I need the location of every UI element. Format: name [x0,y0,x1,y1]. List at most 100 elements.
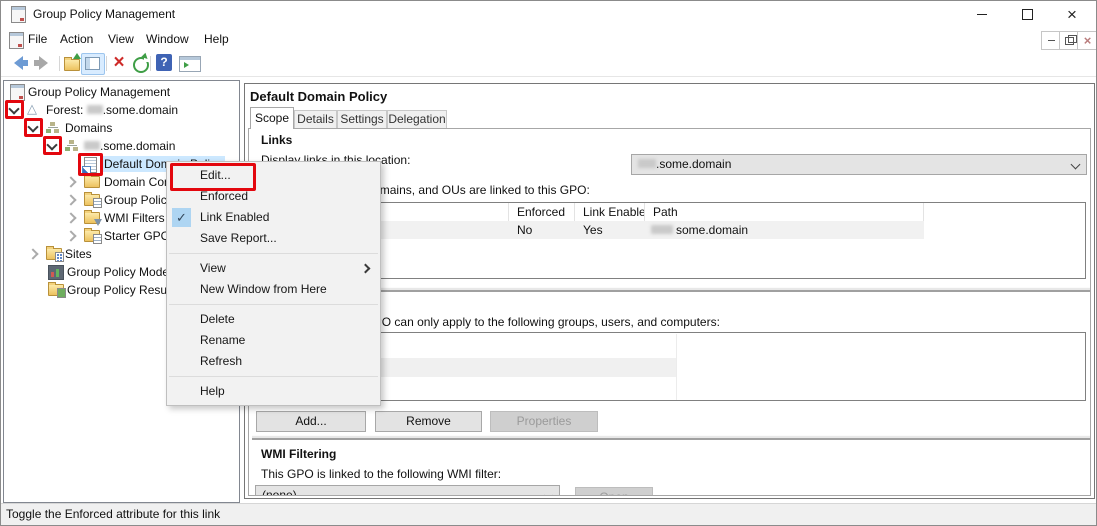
menu-file[interactable]: File [28,28,47,51]
chevron-expanded-icon[interactable] [8,103,20,115]
gpo-title: Default Domain Policy [250,89,388,104]
tab-scope[interactable]: Scope [250,107,294,129]
chevron-expanded-icon[interactable] [46,139,58,151]
context-menu: Edit... Enforced Link Enabled Save Repor… [166,161,381,406]
maximize-icon [1021,9,1033,20]
group-policy-management-window: Group Policy Management × File Action Vi… [0,0,1097,526]
wmi-filter-combo[interactable]: (none) [255,485,560,496]
redacted-text [84,141,100,150]
menu-separator [169,253,378,254]
status-bar: Toggle the Enforced attribute for this l… [1,503,1096,525]
child-restore-icon [1065,34,1077,45]
wmi-sentence: This GPO is linked to the following WMI … [261,467,502,481]
chevron-down-icon [543,490,554,495]
menu-item-label: View [200,261,226,275]
tree-item-domain[interactable]: .some.domain [4,137,237,155]
properties-button: Properties [490,411,598,432]
chevron-collapsed-icon[interactable] [65,230,77,242]
domain-label-suffix: .some.domain [100,139,176,153]
menu-window[interactable]: Window [146,28,189,51]
wmi-combo-value: (none) [262,488,297,496]
refresh-icon[interactable] [133,57,149,73]
menu-bar: File Action View Window Help × [1,28,1096,51]
cell-enforced: No [517,223,533,237]
maximize-button[interactable] [1004,1,1050,28]
console-icon [9,32,24,52]
menu-item-view[interactable]: View [167,258,380,279]
checkmark-icon [172,208,191,227]
menu-item-save-report[interactable]: Save Report... [167,228,380,249]
forest-label-prefix: Forest: [46,103,87,117]
tree-item-label: Group Policy Management [28,85,171,99]
title-bar: Group Policy Management × [1,1,1096,28]
back-icon[interactable] [7,56,29,70]
tree-item-label: .some.domain [84,137,175,155]
child-close-button[interactable]: × [1077,31,1096,50]
delete-icon[interactable] [110,53,128,73]
chevron-down-icon [1070,159,1081,170]
forward-icon[interactable] [33,56,55,70]
chevron-collapsed-icon[interactable] [65,212,77,224]
open-button: Open [575,487,653,495]
tree-item-root[interactable]: Group Policy Management [4,83,237,101]
results-icon [48,282,66,301]
action-pane-icon[interactable] [179,56,201,72]
remove-button[interactable]: Remove [375,411,482,432]
submenu-arrow-icon [360,263,371,274]
chevron-expanded-icon[interactable] [27,121,39,133]
minimize-button[interactable] [959,1,1005,28]
close-icon: × [1067,5,1077,24]
tree-item-forest[interactable]: Forest: .some.domain [4,101,237,119]
show-console-tree-icon[interactable] [81,53,105,75]
close-button[interactable]: × [1049,1,1095,28]
menu-item-delete[interactable]: Delete [167,309,380,330]
menu-item-link-enabled[interactable]: Link Enabled [167,207,380,228]
forest-label-suffix: .some.domain [102,103,179,117]
toolbar-separator [106,56,107,71]
tree-item-domains[interactable]: Domains [4,119,237,137]
child-close-icon: × [1083,33,1092,48]
links-heading: Links [261,133,293,147]
up-one-level-icon[interactable] [64,53,81,71]
tree-item-label: Forest: .some.domain [46,101,178,119]
menu-item-new-window[interactable]: New Window from Here [167,279,380,300]
menu-action[interactable]: Action [60,28,93,51]
window-title: Group Policy Management [33,7,176,21]
child-minimize-icon [1048,40,1055,41]
column-header-path[interactable]: Path [645,203,924,221]
chevron-collapsed-icon[interactable] [65,194,77,206]
menu-view[interactable]: View [108,28,134,51]
toolbar-separator [150,56,151,71]
tab-details[interactable]: Details [294,110,337,128]
column-header-link-enabled[interactable]: Link Enabled [575,203,645,221]
menu-item-edit[interactable]: Edit... [167,165,380,186]
cell-path-suffix: some.domain [676,223,749,237]
menu-item-help[interactable]: Help [167,381,380,402]
list-column-divider [676,334,677,400]
location-combo-value: .some.domain [656,157,732,171]
chevron-collapsed-icon[interactable] [65,176,77,188]
help-icon[interactable] [156,54,172,71]
redacted-text [86,105,103,114]
tab-settings[interactable]: Settings [337,110,387,128]
menu-separator [169,376,378,377]
add-button[interactable]: Add... [256,411,366,432]
menu-separator [169,304,378,305]
cell-link-enabled: Yes [583,223,603,237]
column-header-enforced[interactable]: Enforced [509,203,575,221]
menu-item-rename[interactable]: Rename [167,330,380,351]
menu-item-enforced[interactable]: Enforced [167,186,380,207]
tree-item-label: Domains [65,121,113,135]
tree-item-label: Sites [65,247,92,261]
menu-item-refresh[interactable]: Refresh [167,351,380,372]
tree-item-label: WMI Filters [104,211,165,225]
toolbar [1,51,1096,77]
tab-delegation[interactable]: Delegation [387,110,447,128]
status-text: Toggle the Enforced attribute for this l… [6,507,221,521]
chevron-collapsed-icon[interactable] [27,248,39,260]
cell-path: some.domain [651,221,748,239]
location-combo[interactable]: .some.domain [631,154,1087,175]
menu-help[interactable]: Help [204,28,229,51]
redacted-text [638,159,656,168]
redacted-text [651,225,673,234]
